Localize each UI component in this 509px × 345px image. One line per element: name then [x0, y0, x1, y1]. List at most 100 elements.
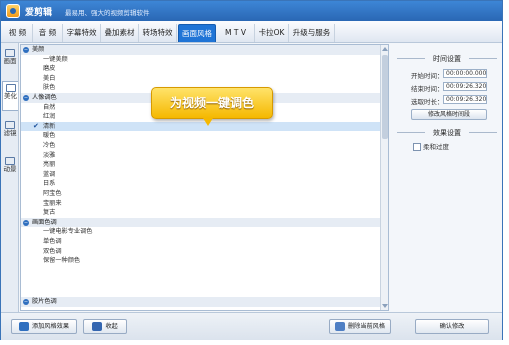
picture-icon: [5, 49, 15, 57]
rail-item-label: 美化: [4, 92, 17, 100]
list-item[interactable]: 磨皮: [21, 64, 381, 74]
title-bar: 爱剪辑 最易用、强大的视频剪辑软件: [1, 1, 502, 21]
list-item-label: 阿宝色: [43, 190, 62, 197]
tab-overlay-material[interactable]: 叠加素材: [101, 24, 139, 42]
list-item-label: 单色调: [43, 238, 62, 245]
tab-audio[interactable]: 音 频: [33, 24, 63, 42]
list-item[interactable]: 蓝调: [21, 170, 381, 180]
end-time-field[interactable]: 00:09:26.320: [443, 82, 487, 91]
list-item[interactable]: 复古: [21, 208, 381, 218]
collapse-icon: −: [23, 219, 29, 226]
collapse-icon: −: [23, 46, 29, 53]
list-item-label: 亮丽: [43, 161, 56, 169]
tab-video[interactable]: 视 频: [3, 24, 33, 42]
duration-field[interactable]: 00:09:26.320: [443, 95, 487, 104]
side-rail: 画面 美化 滤镜 动景: [1, 43, 19, 313]
list-item[interactable]: 一键美颜: [21, 55, 381, 65]
duration-label: 选取时长：: [411, 98, 444, 106]
add-effect-icon: [18, 321, 29, 331]
list-item[interactable]: 冷色: [21, 141, 381, 151]
start-time-label: 开始时间：: [411, 72, 444, 80]
rail-item-beautify[interactable]: 美化: [2, 81, 18, 111]
list-scrollbar[interactable]: [380, 45, 388, 310]
rail-item-motion[interactable]: 动景: [2, 155, 18, 185]
trash-icon: [334, 321, 345, 331]
motion-icon: [5, 157, 15, 165]
scroll-up-arrow-icon[interactable]: [382, 47, 388, 51]
tab-transition-effects[interactable]: 转场特效: [139, 24, 177, 42]
collapse-icon: −: [23, 94, 29, 101]
rail-item-label: 滤镜: [3, 129, 17, 137]
list-item-label: 自然: [43, 103, 56, 111]
magic-wand-icon: [5, 84, 16, 92]
list-item[interactable]: 宝丽来: [21, 199, 381, 209]
hourglass-icon: [92, 321, 103, 331]
list-item-label: 美白: [43, 74, 56, 82]
rail-item-label: 画面: [3, 57, 17, 65]
callout-pointer-icon: [203, 118, 213, 126]
settings-panel: 时间设置 开始时间： 00:00:00.000 结束时间： 00:09:26.3…: [393, 44, 501, 311]
category-beauty[interactable]: − 美颜: [21, 45, 381, 55]
delete-current-style-button[interactable]: 删除当前风格: [329, 319, 391, 334]
style-list: − 美颜 一键美颜 磨皮 美白 肤色 − 人像调色 自然 红润 ✔ 清新 暖色 冷色 …: [20, 44, 389, 311]
category-label: 人像调色: [32, 94, 57, 101]
list-item[interactable]: 淡雅: [21, 151, 381, 161]
list-item-label: 红润: [43, 113, 56, 121]
collapse-button[interactable]: 收起: [83, 319, 127, 334]
list-item[interactable]: 单色调: [21, 237, 381, 247]
start-time-field[interactable]: 00:00:00.000: [443, 69, 487, 78]
tab-subtitle-effects[interactable]: 字幕特效: [63, 24, 101, 42]
main-tab-bar: 视 频 音 频 字幕特效 叠加素材 转场特效 画面风格 M T V 卡拉OK 升…: [1, 21, 502, 43]
category-film-tone[interactable]: − 胶片色调: [21, 297, 381, 307]
list-item-label: 清新: [43, 122, 56, 130]
scroll-down-arrow-icon[interactable]: [382, 304, 388, 308]
list-item[interactable]: 美白: [21, 74, 381, 84]
rail-item-filter[interactable]: 滤镜: [2, 119, 18, 149]
list-item-label: 磨皮: [43, 65, 56, 73]
soft-transition-option[interactable]: 柔和过度: [413, 141, 449, 151]
collapse-label: 收起: [105, 323, 118, 330]
tutorial-callout: 为视频一键调色: [151, 87, 273, 119]
add-style-effect-label: 添加风格效果: [31, 323, 70, 330]
list-item-selected[interactable]: ✔ 清新: [21, 121, 381, 132]
tab-mtv[interactable]: M T V: [217, 24, 255, 42]
bottom-toolbar: 添加风格效果 收起 删除当前风格 确认修改: [1, 312, 502, 340]
tab-picture-style[interactable]: 画面风格: [178, 24, 216, 42]
app-name: 爱剪辑: [25, 8, 53, 18]
list-item[interactable]: 一键电影专业调色: [21, 227, 381, 237]
list-item-label: 暖色: [43, 132, 56, 140]
list-item-label: 蓝调: [43, 170, 56, 178]
list-item-label: 冷色: [43, 142, 56, 149]
list-item[interactable]: 日系: [21, 179, 381, 189]
confirm-modify-button[interactable]: 确认修改: [415, 319, 489, 334]
list-item-label: 复古: [43, 209, 56, 217]
list-item[interactable]: 亮丽: [21, 160, 381, 170]
list-item[interactable]: 双色调: [21, 247, 381, 257]
list-item-label: 一键电影专业调色: [43, 228, 93, 236]
app-window: 爱剪辑 最易用、强大的视频剪辑软件 视 频 音 频 字幕特效 叠加素材 转场特效…: [0, 0, 503, 340]
delete-current-style-label: 删除当前风格: [347, 323, 386, 330]
end-time-label: 结束时间：: [411, 85, 444, 93]
category-label: 美颜: [32, 46, 45, 53]
category-picture-tone[interactable]: − 画面色调: [21, 217, 381, 228]
checkmark-icon: ✔: [33, 121, 39, 130]
scroll-thumb[interactable]: [382, 55, 388, 139]
list-item-label: 保留一种颜色: [43, 257, 81, 265]
list-item-label: 淡雅: [43, 151, 56, 159]
list-item-label: 宝丽来: [43, 199, 62, 207]
filter-icon: [5, 121, 15, 129]
rail-item-label: 动景: [3, 165, 17, 173]
add-style-effect-button[interactable]: 添加风格效果: [11, 319, 77, 334]
list-item[interactable]: 暖色: [21, 131, 381, 141]
soft-transition-checkbox[interactable]: [413, 143, 421, 151]
rail-item-picture[interactable]: 画面: [2, 47, 18, 75]
tab-karaoke[interactable]: 卡拉OK: [255, 24, 289, 42]
list-item-label: 肤色: [43, 84, 56, 92]
soft-transition-label: 柔和过度: [423, 143, 449, 151]
list-item-label: 一键美颜: [43, 55, 68, 63]
modify-time-range-button[interactable]: 修改风格时间段: [411, 109, 487, 120]
list-item[interactable]: 阿宝色: [21, 189, 381, 199]
list-item[interactable]: 保留一种颜色: [21, 256, 381, 266]
tab-upgrade-service[interactable]: 升级与服务: [289, 24, 335, 42]
effect-settings-title: 效果设置: [393, 128, 501, 138]
